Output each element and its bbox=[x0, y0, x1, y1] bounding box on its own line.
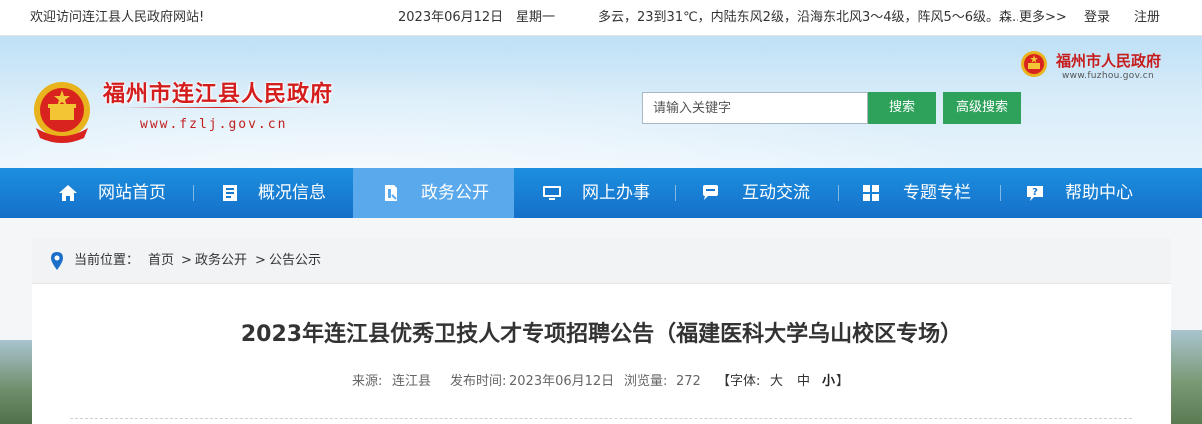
login-link[interactable]: 登录 bbox=[1084, 0, 1110, 36]
nav-item-overview[interactable]: 概况信息 bbox=[200, 168, 350, 218]
article-panel: 当前位置： 首页 > 政务公开 > 公告公示 2023年连江县优秀卫技人才专项招… bbox=[32, 238, 1171, 424]
chat-icon bbox=[703, 185, 718, 200]
fuzhou-government-link[interactable]: 福州市人民政府 www.fuzhou.gov.cn bbox=[1020, 50, 1180, 82]
nav-label-help-center: 帮助中心 bbox=[1065, 183, 1133, 203]
current-date: 2023年06月12日 bbox=[398, 10, 504, 25]
source-label: 来源: bbox=[352, 374, 383, 389]
font-size-label: 【字体: bbox=[717, 374, 761, 389]
document-icon bbox=[385, 185, 397, 201]
register-link[interactable]: 注册 bbox=[1134, 0, 1160, 36]
views-count: 272 bbox=[676, 374, 701, 389]
nav-label-government-affairs: 政务公开 bbox=[421, 183, 489, 203]
national-emblem-icon bbox=[34, 82, 90, 143]
breadcrumb-announcements[interactable]: 公告公示 bbox=[269, 238, 321, 284]
nav-item-online-service[interactable]: 网上办事 bbox=[520, 168, 670, 218]
publish-time-value: 2023年06月12日 bbox=[509, 374, 615, 389]
nav-item-government-affairs[interactable]: 政务公开 bbox=[353, 168, 514, 218]
content-divider bbox=[70, 418, 1132, 419]
font-size-small-button[interactable]: 小 bbox=[822, 374, 835, 390]
nav-item-special-topics[interactable]: 专题专栏 bbox=[845, 168, 995, 218]
font-size-medium-button[interactable]: 中 bbox=[797, 374, 810, 390]
breadcrumb-separator: > bbox=[255, 253, 266, 268]
info-book-icon bbox=[223, 185, 237, 201]
svg-text:?: ? bbox=[1032, 187, 1038, 198]
nav-item-home[interactable]: 网站首页 bbox=[40, 168, 190, 218]
site-title: 福州市连江县人民政府 bbox=[103, 82, 334, 107]
monitor-icon bbox=[543, 186, 561, 200]
grid-icon bbox=[863, 185, 879, 201]
site-header: 福州市连江县人民政府 www.fzlj.gov.cn 福州市人民政府 www.f… bbox=[0, 36, 1202, 168]
city-url: www.fuzhou.gov.cn bbox=[1062, 71, 1154, 81]
nav-item-interaction[interactable]: 互动交流 bbox=[682, 168, 832, 218]
article-title: 2023年连江县优秀卫技人才专项招聘公告（福建医科大学乌山校区专场） bbox=[240, 322, 963, 347]
breadcrumb-home[interactable]: 首页 bbox=[148, 238, 174, 284]
location-pin-icon bbox=[51, 252, 63, 270]
advanced-search-button[interactable]: 高级搜索 bbox=[943, 92, 1021, 124]
search-input[interactable] bbox=[642, 92, 868, 124]
font-size-close: 】 bbox=[836, 374, 850, 389]
nav-label-overview: 概况信息 bbox=[258, 183, 326, 203]
background-landscape-left bbox=[0, 340, 32, 424]
current-weekday: 星期一 bbox=[516, 10, 556, 25]
breadcrumb: 当前位置： 首页 > 政务公开 > 公告公示 bbox=[32, 238, 1171, 284]
search-button[interactable]: 搜索 bbox=[868, 92, 936, 124]
nav-label-interaction: 互动交流 bbox=[742, 183, 810, 203]
weather-text: 多云，23到31℃，内陆东风2级，沿海东北风3～4级，阵风5～6级。森... bbox=[598, 10, 1018, 25]
font-size-large-button[interactable]: 大 bbox=[770, 374, 783, 390]
nav-item-help-center[interactable]: ? 帮助中心 bbox=[1007, 168, 1157, 218]
nav-label-special-topics: 专题专栏 bbox=[903, 183, 971, 203]
top-bar: 欢迎访问连江县人民政府网站! 2023年06月12日 星期一 多云，23到31℃… bbox=[0, 0, 1202, 36]
breadcrumb-separator: > bbox=[181, 253, 192, 268]
views-label: 浏览量: bbox=[624, 374, 668, 389]
nav-label-home: 网站首页 bbox=[98, 183, 166, 203]
nav-label-online-service: 网上办事 bbox=[582, 183, 650, 203]
welcome-text: 欢迎访问连江县人民政府网站! bbox=[30, 10, 205, 25]
breadcrumb-government-affairs[interactable]: 政务公开 bbox=[195, 238, 247, 284]
background-landscape-right bbox=[1171, 330, 1202, 424]
main-nav: 网站首页 概况信息 政务公开 网上办事 互动交流 专题专栏 ? 帮助中心 bbox=[0, 168, 1202, 218]
site-url: www.fzlj.gov.cn bbox=[140, 117, 288, 132]
help-icon: ? bbox=[1027, 186, 1043, 201]
city-name: 福州市人民政府 bbox=[1056, 52, 1162, 70]
source-value: 连江县 bbox=[392, 374, 432, 389]
weather-more-link[interactable]: 更多>> bbox=[1019, 0, 1067, 36]
home-icon bbox=[59, 185, 77, 201]
publish-time-label: 发布时间: bbox=[450, 374, 507, 389]
breadcrumb-prefix: 当前位置： bbox=[74, 253, 140, 268]
city-emblem-icon bbox=[1021, 51, 1047, 77]
